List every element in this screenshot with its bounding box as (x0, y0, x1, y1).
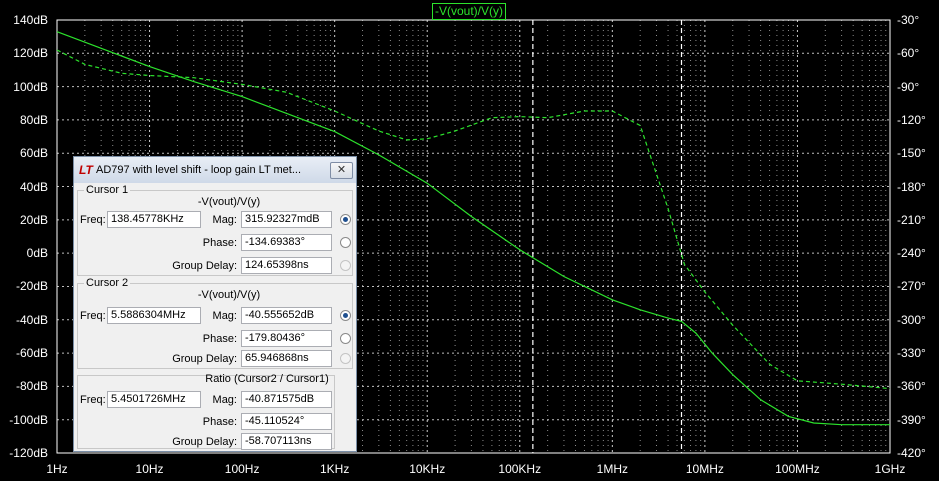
x-tick-label: 1GHz (874, 462, 906, 476)
y2-tick-label: -210° (897, 212, 926, 227)
cursor2-mag-radio[interactable] (340, 310, 351, 321)
cursor1-phase-field[interactable]: -134.69383° (241, 234, 332, 251)
y-tick-label: -80dB (15, 379, 48, 394)
y2-tick-label: -240° (897, 246, 926, 261)
cursor1-gd-field[interactable]: 124.65398ns (241, 257, 332, 274)
trace-title[interactable]: -V(vout)/V(y) (432, 3, 507, 20)
cursor1-phase-label: Phase: (202, 237, 237, 249)
cursor-dialog[interactable]: LT AD797 with level shift - loop gain LT… (73, 156, 357, 452)
y-tick-label: 80dB (19, 112, 48, 127)
cursor1-gd-radio[interactable] (340, 260, 351, 271)
y2-tick-label: -150° (897, 146, 926, 161)
x-tick-label: 1Hz (46, 462, 68, 476)
ratio-label: Ratio (Cursor2 / Cursor1) (205, 373, 329, 385)
y2-tick-label: -120° (897, 112, 926, 127)
dialog-title: AD797 with level shift - loop gain LT me… (96, 164, 302, 176)
lt-logo-icon: LT (79, 163, 93, 177)
cursor2-gd-label: Group Delay: (172, 353, 237, 365)
cursor1-gd-label: Group Delay: (172, 260, 237, 272)
cursor1-mag-field[interactable]: 315.92327mdB (241, 211, 332, 228)
ratio-freq-field[interactable]: 5.4501726MHz (107, 391, 201, 408)
y-tick-label: 20dB (19, 212, 48, 227)
y-tick-label: 100dB (13, 79, 48, 94)
cursor1-freq-label: Freq: (80, 214, 106, 226)
close-button[interactable]: ✕ (330, 162, 353, 179)
cursor2-gd-field[interactable]: 65.946868ns (241, 350, 332, 367)
cursor2-signal: -V(vout)/V(y) (197, 289, 261, 301)
y2-tick-label: -180° (897, 179, 926, 194)
dialog-title-bar[interactable]: LT AD797 with level shift - loop gain LT… (74, 157, 356, 183)
ratio-freq-label: Freq: (80, 394, 106, 406)
y2-tick-label: -390° (897, 412, 926, 427)
ratio-gd-label: Group Delay: (172, 436, 237, 448)
x-tick-label: 100Hz (224, 462, 260, 476)
y-tick-label: -100dB (9, 412, 48, 427)
cursor2-phase-radio[interactable] (340, 333, 351, 344)
cursor2-mag-label: Mag: (212, 310, 237, 322)
x-tick-label: 100KHz (498, 462, 542, 476)
cursor1-signal: -V(vout)/V(y) (197, 196, 261, 208)
y-tick-label: -60dB (15, 346, 48, 361)
y2-tick-label: -30° (897, 13, 920, 27)
x-tick-label: 100MHz (775, 462, 820, 476)
x-tick-label: 10KHz (409, 462, 446, 476)
y-tick-label: 60dB (19, 146, 48, 161)
cursor1-freq-field[interactable]: 138.45778KHz (107, 211, 201, 228)
y2-tick-label: -360° (897, 379, 926, 394)
cursor1-phase-radio[interactable] (340, 237, 351, 248)
cursor2-mag-field[interactable]: -40.555652dB (241, 307, 332, 324)
y2-tick-label: -60° (897, 46, 920, 61)
x-tick-label: 1MHz (596, 462, 628, 476)
cursor1-mag-radio[interactable] (340, 214, 351, 225)
cursor2-phase-label: Phase: (202, 333, 237, 345)
y-tick-label: 40dB (19, 179, 48, 194)
ratio-phase-label: Phase: (202, 416, 237, 428)
ratio-mag-field[interactable]: -40.871575dB (241, 391, 332, 408)
y-tick-label: -20dB (15, 279, 48, 294)
cursor2-gd-radio[interactable] (340, 353, 351, 364)
y-tick-label: 120dB (13, 46, 48, 61)
cursor1-mag-label: Mag: (212, 214, 237, 226)
x-tick-label: 10Hz (135, 462, 164, 476)
y-tick-label: 0dB (26, 246, 48, 261)
cursor2-label: Cursor 2 (84, 277, 131, 289)
y2-tick-label: -300° (897, 312, 926, 327)
y2-tick-label: -330° (897, 346, 926, 361)
cursor2-freq-label: Freq: (80, 310, 106, 322)
cursor2-phase-field[interactable]: -179.80436° (241, 330, 332, 347)
y-tick-label: -40dB (15, 312, 48, 327)
ratio-gd-field[interactable]: -58.707113ns (241, 433, 332, 450)
cursor1-label: Cursor 1 (84, 184, 131, 196)
y2-tick-label: -420° (897, 446, 926, 460)
cursor2-freq-field[interactable]: 5.5886304MHz (107, 307, 201, 324)
y2-tick-label: -90° (897, 79, 920, 94)
x-tick-label: 10MHz (685, 462, 724, 476)
y-tick-label: 140dB (13, 13, 48, 27)
ratio-mag-label: Mag: (212, 394, 237, 406)
x-tick-label: 1KHz (319, 462, 350, 476)
y2-tick-label: -270° (897, 279, 926, 294)
y-tick-label: -120dB (9, 446, 48, 460)
ratio-phase-field[interactable]: -45.110524° (241, 413, 332, 430)
